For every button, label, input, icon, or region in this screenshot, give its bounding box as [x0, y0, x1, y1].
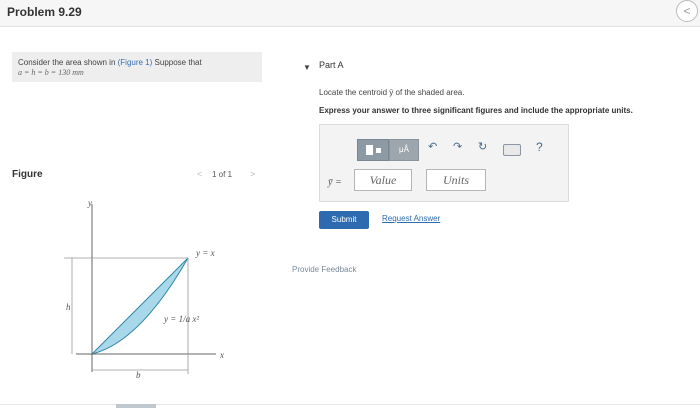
- b-dimension-label: b: [136, 370, 141, 380]
- problem-text-before: Consider the area shown in: [18, 58, 118, 67]
- provide-feedback-link[interactable]: Provide Feedback: [292, 265, 356, 274]
- value-input[interactable]: Value: [354, 169, 412, 191]
- reset-icon[interactable]: ↻: [478, 140, 487, 153]
- chevron-left-icon: <: [683, 4, 691, 18]
- x-axis-label: x: [219, 350, 224, 360]
- answer-entry-box: μÅ ↶ ↷ ↻ ? ȳ = Value Units: [319, 124, 569, 202]
- problem-title: Problem 9.29: [7, 5, 82, 19]
- figure-link[interactable]: (Figure 1): [118, 58, 153, 67]
- shaded-area: [90, 257, 189, 355]
- part-a-title: Part A: [319, 60, 344, 70]
- y-axis-label: y: [87, 198, 92, 208]
- problem-statement-panel: Consider the area shown in (Figure 1) Su…: [12, 52, 262, 82]
- template-block-icon: [365, 145, 373, 155]
- given-values: a = h = b = 130 mm: [18, 68, 84, 77]
- collapse-caret-icon[interactable]: ▼: [303, 63, 311, 72]
- centroid-figure: y x y = x y = 1/a x² h b: [64, 198, 224, 380]
- help-icon[interactable]: ?: [536, 140, 543, 154]
- figure-pager: 1 of 1: [212, 170, 233, 179]
- header-bar: Problem 9.29 <: [0, 0, 700, 27]
- problem-statement: Consider the area shown in (Figure 1) Su…: [18, 58, 202, 78]
- undo-icon[interactable]: ↶: [428, 140, 437, 153]
- units-button[interactable]: μÅ: [389, 139, 419, 161]
- problem-text-after: Suppose that: [152, 58, 202, 67]
- h-dimension-label: h: [66, 302, 71, 312]
- parabola-equation-label: y = 1/a x²: [163, 314, 199, 324]
- chevron-left-icon[interactable]: <: [197, 169, 202, 179]
- scroll-indicator[interactable]: [116, 404, 156, 408]
- variable-label: ȳ =: [328, 177, 342, 188]
- question-instruction: Locate the centroid ȳ of the shaded area…: [319, 88, 465, 97]
- chevron-right-icon[interactable]: >: [250, 169, 255, 179]
- line-equation-label: y = x: [195, 248, 215, 258]
- back-button[interactable]: <: [676, 0, 698, 22]
- answer-format-instruction: Express your answer to three significant…: [319, 106, 633, 115]
- request-answer-link[interactable]: Request Answer: [382, 214, 440, 223]
- submit-button[interactable]: Submit: [319, 211, 369, 229]
- template-button[interactable]: [357, 139, 389, 161]
- bottom-divider: [0, 404, 700, 405]
- figure-heading: Figure: [12, 169, 43, 180]
- template-small-icon: [375, 147, 381, 153]
- redo-icon[interactable]: ↷: [453, 140, 462, 153]
- units-input[interactable]: Units: [426, 169, 486, 191]
- keyboard-icon[interactable]: [503, 144, 521, 156]
